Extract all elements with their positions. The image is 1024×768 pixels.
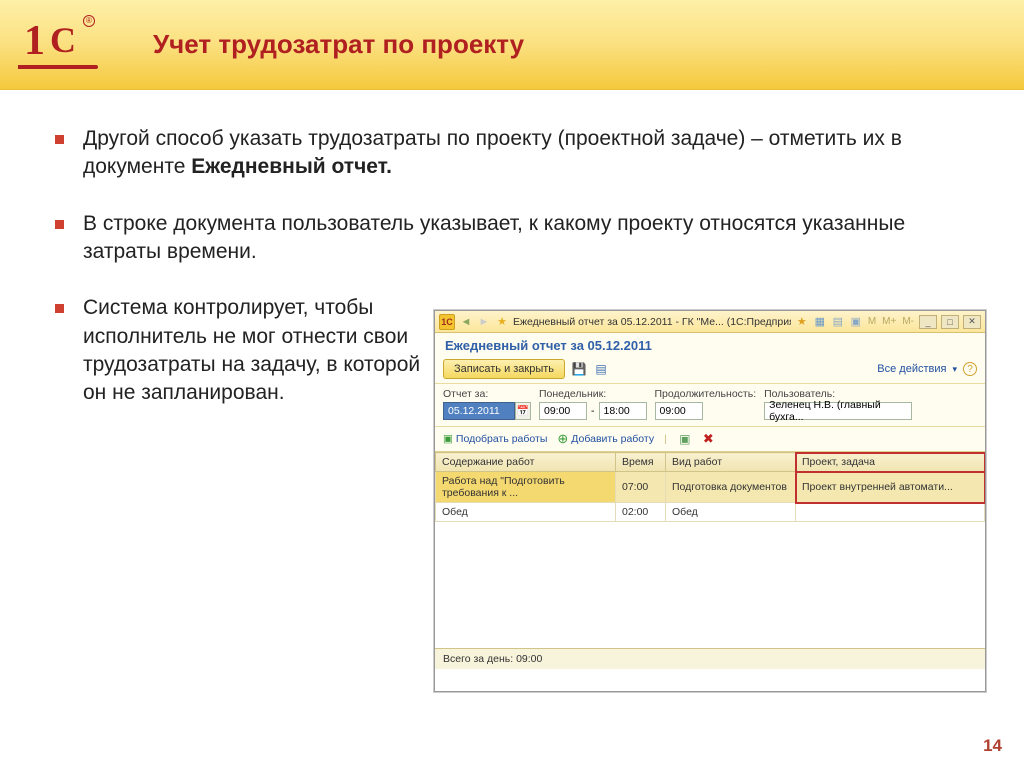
save-close-button[interactable]: Записать и закрыть xyxy=(443,359,565,379)
calendar-icon[interactable]: 📅 xyxy=(515,402,531,420)
page-number: 14 xyxy=(983,736,1002,756)
form-fields: Отчет за: 05.12.2011 📅 Понедельник: 09:0… xyxy=(435,384,985,427)
jobs-grid[interactable]: Содержание работ Время Вид работ Проект,… xyxy=(435,452,985,648)
list-icon[interactable]: ▤ xyxy=(593,361,609,377)
grid-header-row: Содержание работ Время Вид работ Проект,… xyxy=(436,453,985,472)
form-footer: Всего за день: 09:00 xyxy=(435,648,985,669)
star-icon[interactable]: ★ xyxy=(495,315,509,329)
grid-icon[interactable]: ▦ xyxy=(813,315,827,329)
copy-icon[interactable]: ▣ xyxy=(677,431,693,447)
logo-1c: 1 C ® xyxy=(18,15,103,75)
help-icon[interactable]: ? xyxy=(963,362,977,376)
slide-header: 1 C ® Учет трудозатрат по проекту xyxy=(0,0,1024,90)
date-input[interactable]: 05.12.2011 xyxy=(443,402,515,420)
col-content[interactable]: Содержание работ xyxy=(436,453,616,472)
maximize-button[interactable]: □ xyxy=(941,315,959,329)
save-icon[interactable]: 💾 xyxy=(571,361,587,377)
all-actions-link[interactable]: Все действия xyxy=(877,363,946,375)
col-time[interactable]: Время xyxy=(616,453,666,472)
bullet-3-text: Система контролирует, чтобы исполнитель … xyxy=(83,294,443,407)
col-kind[interactable]: Вид работ xyxy=(666,453,796,472)
arrow-left-icon[interactable]: ◄ xyxy=(459,315,473,329)
minimize-button[interactable]: _ xyxy=(919,315,937,329)
cell[interactable]: Обед xyxy=(666,503,796,522)
app-titlebar: 1C ◄ ► ★ Ежедневный отчет за 05.12.2011 … xyxy=(435,311,985,333)
cell[interactable]: Работа над "Подготовить требования к ... xyxy=(436,472,616,503)
bullet-2: В строке документа пользователь указывае… xyxy=(55,210,979,267)
cell-project[interactable] xyxy=(796,503,985,522)
label-duration: Продолжительность: xyxy=(655,388,757,400)
add-job-button[interactable]: ⊕ Добавить работу xyxy=(557,431,654,447)
form-toolbar: Записать и закрыть 💾 ▤ Все действия ▾ ? xyxy=(435,355,985,384)
user-input[interactable]: Зеленец Н.В. (главный бухга... xyxy=(764,402,912,420)
col-project[interactable]: Проект, задача xyxy=(796,453,985,472)
label-report-date: Отчет за: xyxy=(443,388,531,400)
calc-icon[interactable]: ▣ xyxy=(849,315,863,329)
app-logo-icon: 1C xyxy=(439,314,455,330)
bullet-1-strong: Ежедневный отчет. xyxy=(191,155,392,178)
cell[interactable]: 02:00 xyxy=(616,503,666,522)
chevron-down-icon[interactable]: ▾ xyxy=(952,364,957,375)
jobs-toolbar: ▣ Подобрать работы ⊕ Добавить работу | ▣… xyxy=(435,427,985,452)
app-window: 1C ◄ ► ★ Ежедневный отчет за 05.12.2011 … xyxy=(434,310,986,692)
time-to-input[interactable]: 18:00 xyxy=(599,402,647,420)
window-title: Ежедневный отчет за 05.12.2011 - ГК "Ме.… xyxy=(513,316,791,328)
arrow-right-icon[interactable]: ► xyxy=(477,315,491,329)
cell-project[interactable]: Проект внутренней автомати... xyxy=(796,472,985,503)
m-plus-icon[interactable]: M+ xyxy=(881,316,897,327)
close-button[interactable]: ✕ xyxy=(963,315,981,329)
duration-input[interactable]: 09:00 xyxy=(655,402,703,420)
pick-jobs-button[interactable]: ▣ Подобрать работы xyxy=(443,433,547,445)
time-from-input[interactable]: 09:00 xyxy=(539,402,587,420)
pick-icon: ▣ xyxy=(443,433,453,445)
m-minus2-icon[interactable]: M- xyxy=(901,316,915,327)
cell[interactable]: Подготовка документов xyxy=(666,472,796,503)
delete-icon[interactable]: ✖ xyxy=(703,431,714,447)
m-minus-icon[interactable]: M xyxy=(867,316,877,327)
cell[interactable]: 07:00 xyxy=(616,472,666,503)
table-row[interactable]: Обед02:00Обед xyxy=(436,503,985,522)
label-day: Понедельник: xyxy=(539,388,647,400)
bullet-1: Другой способ указать трудозатраты по пр… xyxy=(55,125,979,182)
fav-icon[interactable]: ★ xyxy=(795,315,809,329)
cell[interactable]: Обед xyxy=(436,503,616,522)
plus-icon: ⊕ xyxy=(557,431,568,447)
doc-icon[interactable]: ▤ xyxy=(831,315,845,329)
form-title: Ежедневный отчет за 05.12.2011 xyxy=(435,333,985,355)
table-row[interactable]: Работа над "Подготовить требования к ...… xyxy=(436,472,985,503)
slide-title: Учет трудозатрат по проекту xyxy=(153,29,524,60)
